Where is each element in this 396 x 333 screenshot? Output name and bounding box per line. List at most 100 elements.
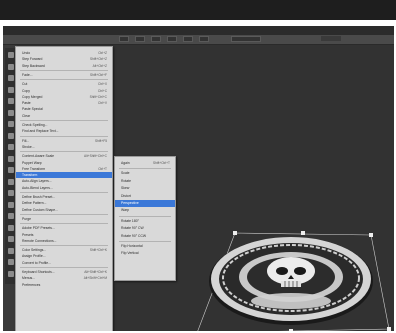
- menu-item-label: Rotate: [121, 178, 131, 183]
- transform-submenu-item[interactable]: Rotate 180°: [115, 218, 175, 225]
- menu-item-label: Fade...: [22, 72, 33, 77]
- menu-separator: [20, 120, 108, 121]
- screenshot-frame: Undo Ctrl+Z Step Forward Shift+Ctrl+Z Step B…: [0, 0, 396, 333]
- menu-separator: [20, 192, 108, 193]
- edit-menu-item[interactable]: Remote Connections...: [16, 238, 112, 244]
- blur-icon[interactable]: [8, 190, 14, 196]
- edit-menu-item[interactable]: Preferences: [16, 282, 112, 288]
- transform-handle: [387, 327, 391, 331]
- transform-submenu-item[interactable]: Skew: [115, 185, 175, 192]
- menu-separator: [119, 241, 171, 242]
- stamp-icon[interactable]: [8, 144, 14, 150]
- option-field-1[interactable]: [119, 36, 129, 42]
- menu-item-label: Clear: [22, 113, 31, 118]
- menu-item-label: Auto-Blend Layers...: [22, 185, 53, 190]
- transform-submenu-item[interactable]: Flip Vertical: [115, 250, 175, 257]
- transform-submenu-item[interactable]: Flip Horizontal: [115, 243, 175, 250]
- transform-submenu-item[interactable]: Warp: [115, 207, 175, 214]
- transform-handle: [289, 329, 293, 331]
- edit-menu-item[interactable]: Purge: [16, 216, 112, 222]
- menu-item-label: Remote Connections...: [22, 238, 57, 243]
- crop-icon[interactable]: [8, 98, 14, 104]
- menu-item-shortcut: Shift+Ctrl+T: [152, 161, 170, 165]
- menu-separator: [20, 267, 108, 268]
- menu-item-label: Rotate 90° CW: [121, 226, 144, 231]
- option-field-5[interactable]: [183, 36, 193, 42]
- shape-icon[interactable]: [8, 247, 14, 254]
- dodge-icon[interactable]: [8, 201, 14, 208]
- option-field-3[interactable]: [151, 36, 161, 42]
- menu-item-label: Scale: [121, 171, 130, 176]
- menu-separator: [20, 213, 108, 215]
- edit-menu-item[interactable]: Auto-Blend Layers...: [16, 185, 112, 191]
- menu-item-label: Preferences: [22, 282, 41, 287]
- zoom-icon[interactable]: [8, 270, 14, 277]
- menu-separator: [119, 168, 171, 170]
- history-brush-icon[interactable]: [8, 155, 14, 162]
- edit-menu-item[interactable]: Step Backward Alt+Ctrl+Z: [16, 63, 112, 69]
- brush-icon[interactable]: [8, 132, 14, 139]
- edit-menu-item[interactable]: Stroke...: [16, 144, 112, 150]
- transform-submenu-item[interactable]: Rotate 90° CW: [115, 225, 175, 232]
- menu-item-label: Purge: [22, 216, 32, 221]
- menu-item-label: Step Backward: [22, 63, 45, 68]
- option-buttons[interactable]: [321, 36, 341, 41]
- menu-separator: [119, 215, 171, 217]
- edit-menu-item[interactable]: Define Custom Shape...: [16, 207, 112, 213]
- menu-item-label: Stroke...: [22, 144, 35, 149]
- menu-item-label: Define Custom Shape...: [22, 207, 58, 212]
- skull-coin-artwork: [193, 221, 391, 331]
- edit-menu-item[interactable]: Find and Replace Text...: [16, 128, 112, 134]
- transform-submenu-item[interactable]: Distort: [115, 193, 175, 200]
- transform-handle: [369, 233, 373, 237]
- menu-item-shortcut: Alt+Ctrl+Z: [92, 63, 107, 68]
- edit-menu-item[interactable]: Fade... Shift+Ctrl+F: [16, 72, 112, 78]
- photoshop-window: Undo Ctrl+Z Step Forward Shift+Ctrl+Z Step B…: [3, 26, 394, 331]
- transform-submenu: Again Shift+Ctrl+T Scale Rotate Skew Distort P…: [114, 156, 176, 281]
- edit-menu-item[interactable]: Clear: [16, 113, 112, 119]
- transform-submenu-item[interactable]: Scale: [115, 170, 175, 177]
- menu-separator: [20, 135, 108, 137]
- transform-submenu-item[interactable]: Rotate: [115, 178, 175, 185]
- lasso-icon[interactable]: [8, 75, 14, 81]
- menu-item-label: Perspective: [121, 201, 139, 205]
- path-select-icon[interactable]: [8, 236, 14, 242]
- menu-item-label: Convert to Profile...: [22, 260, 52, 265]
- type-icon[interactable]: [8, 224, 14, 231]
- edit-menu-item[interactable]: Convert to Profile...: [16, 260, 112, 266]
- menu-separator: [20, 151, 108, 153]
- menu-separator: [20, 79, 108, 81]
- menu-item-label: Flip Vertical: [121, 251, 139, 256]
- move-icon[interactable]: [8, 52, 14, 58]
- options-bar: [3, 35, 394, 45]
- transform-handle: [301, 231, 305, 235]
- pen-icon[interactable]: [8, 213, 14, 219]
- hand-icon[interactable]: [8, 259, 14, 265]
- quick-select-icon[interactable]: [8, 86, 14, 93]
- transform-submenu-item[interactable]: Again Shift+Ctrl+T: [115, 160, 175, 167]
- marquee-icon[interactable]: [8, 63, 14, 70]
- menu-item-label: Rotate 90° CCW: [121, 233, 147, 238]
- menu-separator: [20, 69, 108, 71]
- eraser-icon[interactable]: [8, 167, 14, 173]
- transform-handle: [233, 231, 237, 235]
- menu-item-label: Distort: [121, 193, 131, 198]
- menu-bar: [3, 26, 394, 35]
- menu-item-label: Skew: [121, 186, 130, 191]
- gradient-icon[interactable]: [8, 178, 14, 185]
- menu-separator: [20, 245, 108, 247]
- option-field-7[interactable]: [231, 36, 261, 42]
- option-field-2[interactable]: [135, 36, 145, 42]
- edit-menu: Undo Ctrl+Z Step Forward Shift+Ctrl+Z Step B…: [15, 46, 113, 331]
- option-field-6[interactable]: [199, 36, 209, 42]
- transform-submenu-item[interactable]: Perspective: [115, 200, 175, 208]
- heal-icon[interactable]: [8, 121, 14, 127]
- menu-separator: [20, 223, 108, 225]
- dark-header-strip: [0, 0, 396, 20]
- transform-submenu-item[interactable]: Rotate 90° CCW: [115, 233, 175, 240]
- menu-item-label: Find and Replace Text...: [22, 129, 59, 134]
- menu-item-label: Rotate 180°: [121, 218, 139, 223]
- eyedropper-icon[interactable]: [8, 109, 14, 116]
- option-field-4[interactable]: [167, 36, 177, 42]
- menu-item-shortcut: Shift+Ctrl+F: [89, 72, 107, 77]
